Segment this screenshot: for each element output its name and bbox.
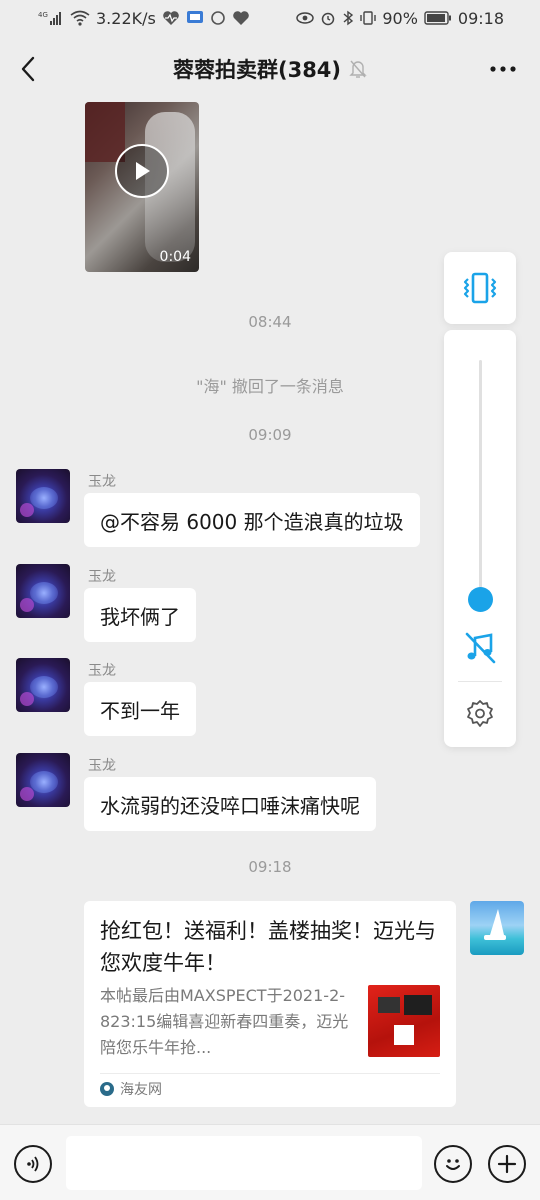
video-duration: 0:04 [159, 249, 191, 265]
volume-slider-handle[interactable] [468, 587, 493, 612]
link-card-source-name: 海友网 [120, 1082, 162, 1098]
divider [100, 1073, 440, 1074]
alarm-icon [320, 10, 336, 26]
voice-input-button[interactable] [14, 1145, 52, 1183]
sender-name: 玉龙 [88, 474, 116, 490]
volume-slider-track[interactable] [479, 360, 482, 600]
signal-icon: 4G [38, 10, 64, 26]
heart-rate-icon [162, 10, 180, 26]
sender-avatar[interactable] [16, 469, 70, 523]
emoji-button[interactable] [434, 1145, 472, 1183]
message-text-field[interactable] [66, 1136, 422, 1190]
message-bubble[interactable]: @不容易 6000 那个造浪真的垃圾 [84, 493, 420, 547]
back-button[interactable] [14, 54, 42, 84]
volume-panel [444, 330, 516, 747]
sender-avatar[interactable] [16, 753, 70, 807]
wifi-icon [70, 10, 90, 26]
chat-header: 蓉蓉拍卖群(384) [0, 36, 540, 102]
vibrate-toggle-button[interactable] [444, 252, 516, 324]
vibrate-icon [463, 272, 497, 304]
more-options-button[interactable] [488, 58, 518, 80]
sender-avatar[interactable] [16, 658, 70, 712]
music-muted-icon [465, 632, 496, 664]
gear-icon [467, 700, 493, 727]
back-arrow-icon [21, 56, 35, 82]
mute-button[interactable] [462, 630, 498, 666]
circle-icon [210, 10, 226, 26]
muted-bell-icon [349, 60, 367, 78]
eye-icon [296, 11, 315, 25]
network-speed: 3.22K/s [96, 8, 156, 28]
sender-name: 玉龙 [88, 569, 116, 585]
svg-text:4G: 4G [38, 11, 48, 19]
source-logo-icon [100, 1082, 114, 1096]
play-button[interactable] [115, 144, 169, 198]
more-dots-icon [490, 66, 516, 72]
message-row: 玉龙 @不容易 6000 那个造浪真的垃圾 [16, 469, 516, 549]
play-icon [136, 162, 150, 180]
sender-name: 玉龙 [88, 758, 116, 774]
link-card-thumbnail [368, 985, 440, 1057]
emoji-icon [446, 1159, 460, 1170]
health-icon [232, 10, 250, 26]
clock: 09:18 [457, 8, 504, 28]
my-avatar[interactable] [470, 901, 524, 955]
link-card-message[interactable]: 抢红包！送福利！盖楼抽奖！迈光与您欢度牛年！ 本帖最后由MAXSPECT于202… [84, 901, 456, 1107]
bluetooth-icon [342, 10, 354, 26]
chat-title: 蓉蓉拍卖群(384) [172, 58, 342, 82]
status-bar: 4G 3.22K/s 90% 09:18 [0, 0, 540, 36]
divider [458, 681, 502, 682]
sender-name: 玉龙 [88, 663, 116, 679]
video-message[interactable]: 0:04 [85, 102, 199, 272]
vibrate-status-icon [360, 10, 377, 26]
battery-percentage: 90% [382, 8, 418, 28]
link-card-description: 本帖最后由MAXSPECT于2021-2-823:15编辑喜迎新春四重奏，迈光陪… [100, 986, 349, 1057]
message-bubble[interactable]: 水流弱的还没啐口唾沫痛快呢 [84, 777, 376, 831]
battery-icon [424, 11, 452, 25]
more-functions-button[interactable] [488, 1145, 526, 1183]
message-row: 玉龙 水流弱的还没啐口唾沫痛快呢 [16, 753, 516, 833]
message-row: 玉龙 不到一年 [16, 658, 516, 738]
timestamp: 09:18 [248, 858, 292, 876]
message-bubble[interactable]: 我坏俩了 [84, 588, 196, 642]
video-frame-dark [85, 102, 125, 162]
voice-icon [27, 1156, 39, 1172]
message-row: 玉龙 我坏俩了 [16, 564, 516, 644]
app-notification-icon [186, 10, 204, 26]
link-card-source: 海友网 [100, 1079, 162, 1099]
message-bubble[interactable]: 不到一年 [84, 682, 196, 736]
plus-icon [497, 1154, 517, 1174]
link-card-title: 抢红包！送福利！盖楼抽奖！迈光与您欢度牛年！ [100, 919, 436, 975]
sound-settings-button[interactable] [464, 698, 496, 730]
message-input-bar [0, 1124, 540, 1200]
sender-avatar[interactable] [16, 564, 70, 618]
